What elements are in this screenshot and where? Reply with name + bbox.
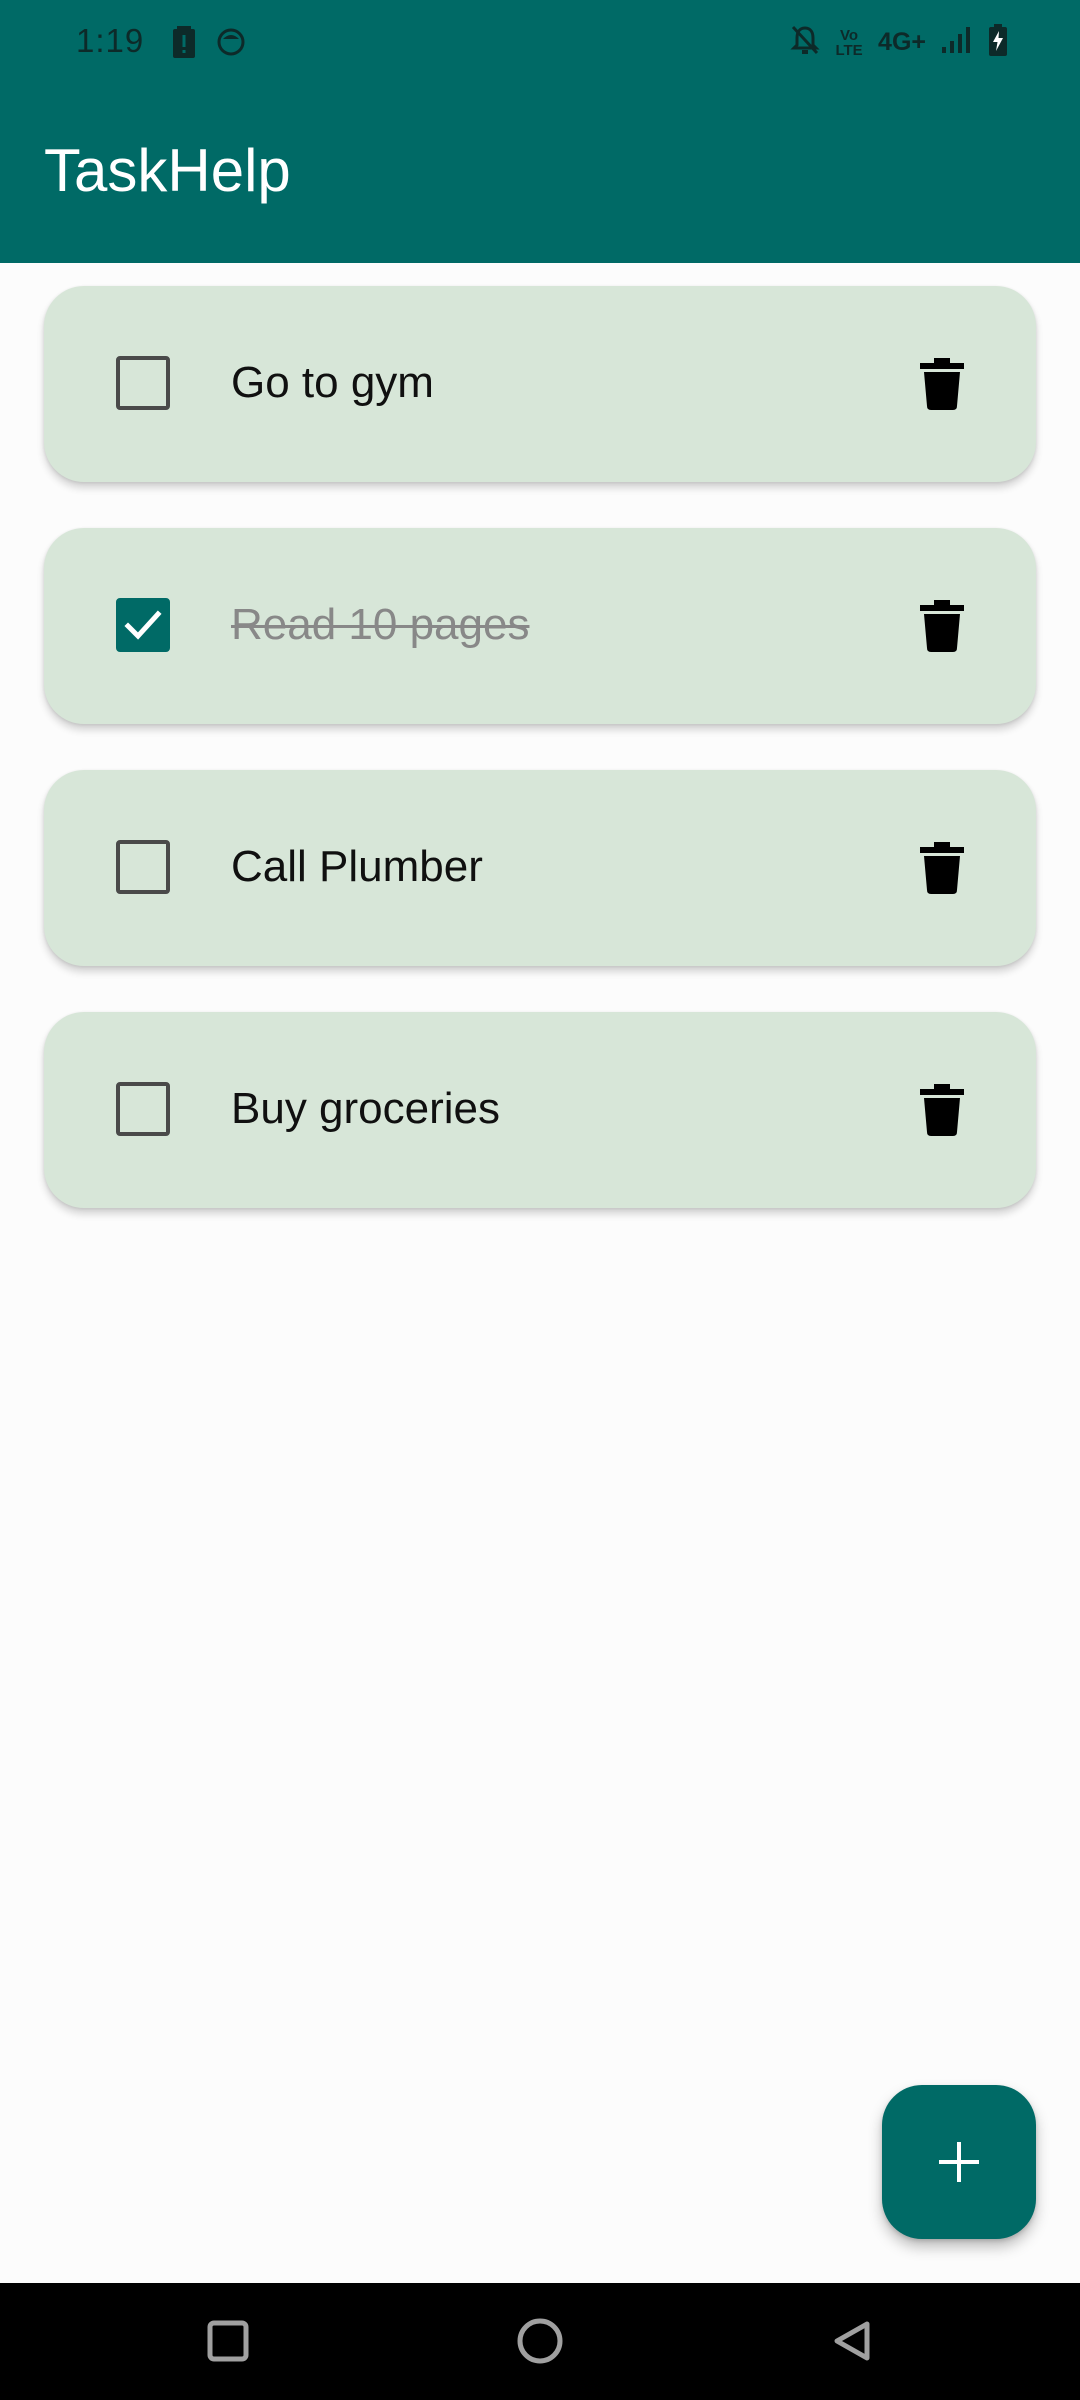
task-label: Call Plumber xyxy=(231,842,483,891)
square-icon xyxy=(207,2320,249,2362)
app-title: TaskHelp xyxy=(44,137,291,204)
back-button[interactable] xyxy=(822,2311,882,2371)
network-type: 4G+ xyxy=(878,28,926,56)
trash-icon[interactable] xyxy=(920,600,964,652)
top-app-bar: 1:19 Vo LTE 4G+ TaskHelp xyxy=(0,0,1080,263)
task-label: Go to gym xyxy=(231,358,434,407)
task-checkbox[interactable] xyxy=(116,1082,170,1136)
status-right-icons: Vo LTE 4G+ xyxy=(790,24,1008,61)
task-checkbox-checked[interactable] xyxy=(116,598,170,652)
task-list: Go to gym Read 10 pages Call Plumber Buy… xyxy=(44,286,1036,1254)
task-card[interactable]: Read 10 pages xyxy=(44,528,1036,724)
task-checkbox[interactable] xyxy=(116,840,170,894)
app-notification-icon xyxy=(216,27,246,62)
signal-icon xyxy=(940,25,974,60)
trash-icon[interactable] xyxy=(920,842,964,894)
status-bar: 1:19 Vo LTE 4G+ xyxy=(0,0,1080,88)
task-card[interactable]: Go to gym xyxy=(44,286,1036,482)
triangle-back-icon xyxy=(834,2321,870,2361)
system-nav-bar xyxy=(0,2283,1080,2400)
circle-icon xyxy=(517,2318,563,2364)
volte-icon: Vo LTE xyxy=(835,26,863,59)
task-label-done: Read 10 pages xyxy=(231,600,530,649)
status-left-icons xyxy=(172,26,246,63)
screen: 1:19 Vo LTE 4G+ TaskHelp Go to gym Read … xyxy=(0,0,1080,2400)
check-icon xyxy=(124,610,162,640)
task-label: Buy groceries xyxy=(231,1084,501,1133)
trash-icon[interactable] xyxy=(920,1084,964,1136)
trash-icon[interactable] xyxy=(920,358,964,410)
task-card[interactable]: Buy groceries xyxy=(44,1012,1036,1208)
battery-alert-icon xyxy=(172,26,196,63)
add-task-button[interactable] xyxy=(882,2085,1036,2239)
notifications-off-icon xyxy=(790,24,820,61)
plus-icon xyxy=(939,2142,979,2182)
home-button[interactable] xyxy=(510,2311,570,2371)
task-checkbox[interactable] xyxy=(116,356,170,410)
battery-charging-icon xyxy=(988,24,1008,61)
task-card[interactable]: Call Plumber xyxy=(44,770,1036,966)
status-time: 1:19 xyxy=(76,22,145,59)
recents-button[interactable] xyxy=(198,2311,258,2371)
